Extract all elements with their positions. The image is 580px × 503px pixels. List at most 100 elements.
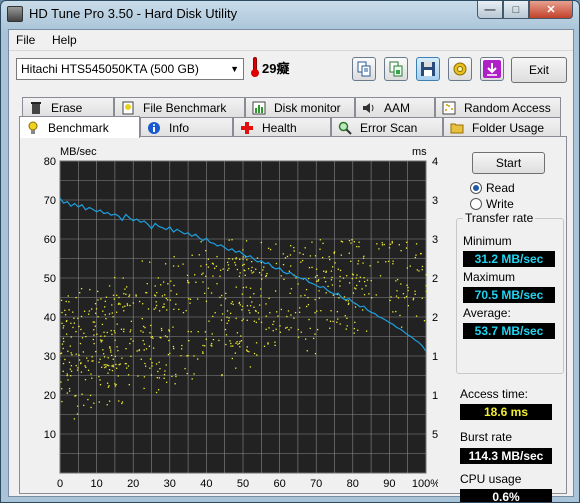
- access-time-point: [228, 317, 230, 319]
- read-radio-label: Read: [486, 181, 515, 195]
- access-time-point: [212, 275, 214, 277]
- copy-info-button[interactable]: [352, 57, 376, 81]
- access-time-point: [159, 336, 161, 339]
- client-area: File Help Hitachi HTS545050KTA (500 GB) …: [8, 29, 574, 502]
- access-time-point: [337, 268, 339, 270]
- access-time-point: [267, 247, 270, 249]
- x-tick-label: 80: [347, 478, 359, 490]
- start-button[interactable]: Start: [472, 152, 545, 174]
- access-time-point: [129, 331, 131, 333]
- tab-folder-usage[interactable]: Folder Usage: [443, 117, 561, 137]
- access-time-point: [66, 373, 68, 375]
- access-time-point: [342, 277, 345, 279]
- access-time-point: [375, 294, 377, 296]
- access-time-point: [293, 246, 295, 249]
- access-time-point: [112, 316, 114, 318]
- access-time-point: [241, 293, 243, 295]
- x-tick-label: 40: [200, 478, 212, 490]
- access-time-point: [325, 270, 327, 272]
- download-button[interactable]: [480, 57, 504, 81]
- save-button[interactable]: [416, 57, 440, 81]
- x-tick-label: 30: [164, 478, 176, 490]
- access-time-point: [260, 295, 262, 297]
- close-button[interactable]: ✕: [529, 1, 573, 19]
- tab-random-access[interactable]: Random Access: [435, 97, 561, 117]
- write-radio[interactable]: Write: [470, 197, 514, 211]
- exit-button[interactable]: Exit: [511, 57, 567, 83]
- access-time-point: [389, 243, 392, 245]
- tab-erase[interactable]: Erase: [22, 97, 114, 117]
- access-time-point: [248, 351, 250, 353]
- access-time-point: [89, 394, 92, 397]
- menu-help[interactable]: Help: [52, 33, 77, 47]
- access-time-point: [105, 296, 108, 298]
- access-time-point: [112, 358, 114, 360]
- access-time-point: [149, 261, 151, 263]
- access-time-point: [111, 369, 114, 372]
- access-time-point: [268, 327, 270, 329]
- minimize-button[interactable]: —: [477, 1, 503, 19]
- access-time-point: [80, 328, 82, 331]
- access-time-point: [70, 370, 73, 372]
- title-bar[interactable]: HD Tune Pro 3.50 - Hard Disk Utility — □…: [1, 1, 579, 27]
- access-time-point: [392, 311, 394, 313]
- access-time-point: [167, 283, 169, 285]
- access-time-point: [425, 290, 428, 293]
- tab-aam[interactable]: AAM: [355, 97, 435, 117]
- access-time-point: [173, 284, 175, 287]
- access-time-point: [106, 404, 108, 406]
- copy-screenshot-button[interactable]: [384, 57, 408, 81]
- menu-file[interactable]: File: [16, 33, 35, 47]
- tab-disk-monitor[interactable]: Disk monitor: [245, 97, 355, 117]
- access-time-point: [99, 379, 101, 381]
- tab-error-scan[interactable]: Error Scan: [331, 117, 443, 137]
- access-time-point: [358, 246, 360, 248]
- access-time-point: [290, 288, 293, 290]
- access-time-point: [239, 258, 241, 260]
- access-time-point: [65, 320, 68, 323]
- access-time-point: [89, 288, 91, 291]
- cpu-usage-label: CPU usage: [460, 472, 522, 486]
- access-time-point: [178, 308, 180, 311]
- access-time-point: [220, 319, 223, 321]
- options-button[interactable]: [448, 57, 472, 81]
- access-time-point: [165, 381, 168, 384]
- access-time-point: [345, 328, 347, 330]
- access-time-point: [154, 295, 157, 297]
- y-tick-left-label: 60: [44, 234, 56, 246]
- access-time-point: [123, 330, 125, 333]
- minimum-value: 31.2 MB/sec: [463, 251, 555, 267]
- maximum-value: 70.5 MB/sec: [463, 287, 555, 303]
- drive-select[interactable]: Hitachi HTS545050KTA (500 GB) ▼: [16, 58, 244, 80]
- access-time-point: [175, 375, 177, 378]
- access-time-point: [239, 346, 241, 348]
- access-time-point: [333, 251, 336, 253]
- info-icon: [147, 121, 161, 135]
- tab-info[interactable]: Info: [140, 117, 233, 137]
- access-time-point: [64, 309, 66, 312]
- access-time-point: [103, 364, 105, 366]
- access-time-point: [253, 352, 256, 355]
- access-time-point: [290, 245, 292, 247]
- access-time-point: [156, 376, 158, 379]
- tab-health[interactable]: Health: [233, 117, 331, 137]
- minimum-label: Minimum: [463, 234, 512, 248]
- tab-file-benchmark[interactable]: File Benchmark: [114, 97, 245, 117]
- drive-select-value: Hitachi HTS545050KTA (500 GB): [21, 62, 199, 76]
- access-time-point: [348, 302, 350, 304]
- access-time-point: [348, 282, 351, 284]
- download-arrow-icon: [483, 60, 501, 78]
- access-time-point: [226, 310, 229, 312]
- trash-icon: [29, 101, 43, 115]
- access-time-point: [107, 357, 109, 359]
- access-time-point: [255, 321, 257, 324]
- access-time-point: [401, 326, 403, 328]
- tab-benchmark[interactable]: Benchmark: [19, 116, 140, 138]
- read-radio[interactable]: Read: [470, 181, 515, 195]
- access-time-point: [123, 310, 125, 312]
- access-time-point: [100, 341, 102, 343]
- access-time-point: [297, 283, 299, 285]
- access-time-point: [221, 313, 224, 315]
- maximize-button[interactable]: □: [503, 1, 529, 19]
- access-time-point: [276, 311, 278, 313]
